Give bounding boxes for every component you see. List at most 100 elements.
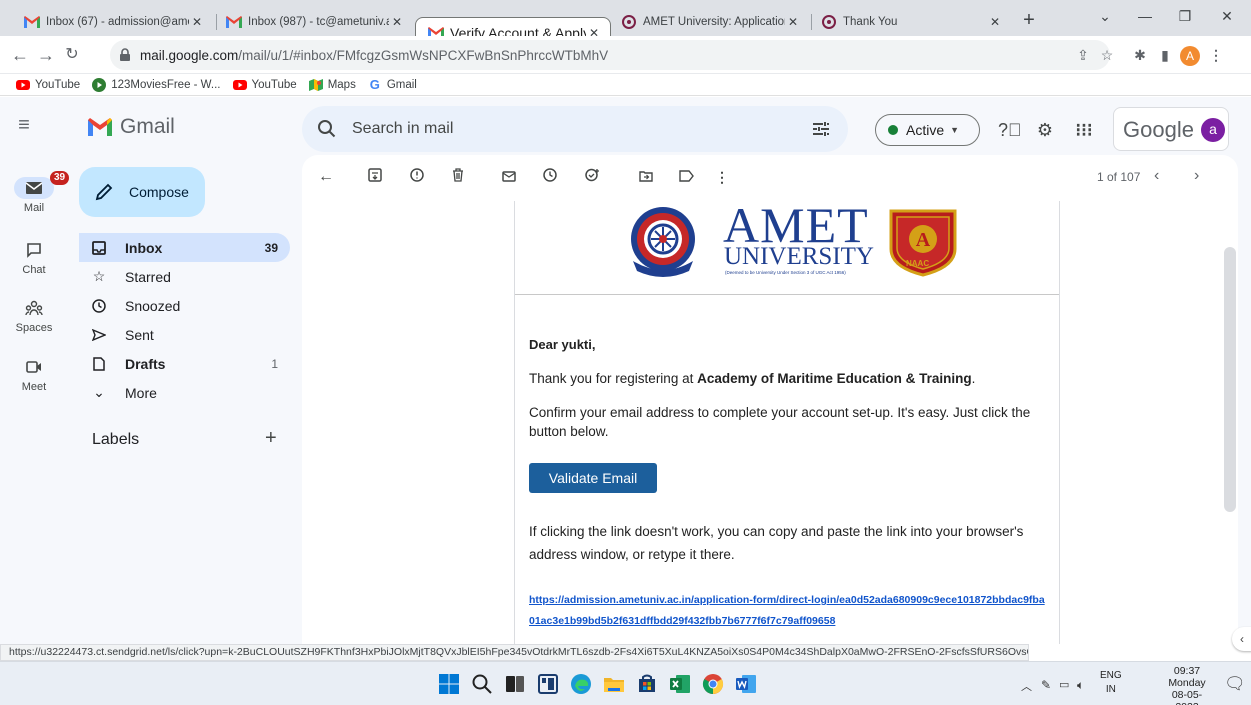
move-to-icon[interactable] xyxy=(636,167,656,187)
fallback-paragraph: If clicking the link doesn't work, you c… xyxy=(529,524,1024,562)
labels-heading: Labels xyxy=(92,431,140,448)
reload-icon[interactable]: ↻ xyxy=(60,43,84,67)
chat-icon xyxy=(0,239,68,261)
bookmark-123movies[interactable]: 123MoviesFree - W... xyxy=(92,77,221,92)
google-label: Google xyxy=(1123,117,1194,142)
google-account-button[interactable]: Google a xyxy=(1113,107,1229,151)
nav-inbox[interactable]: Inbox 39 xyxy=(79,233,290,262)
menu-icon[interactable]: ⋮ xyxy=(1205,44,1227,66)
search-options-icon[interactable] xyxy=(810,118,832,140)
close-icon[interactable]: ✕ xyxy=(189,15,205,29)
mark-unread-icon[interactable] xyxy=(499,167,519,187)
share-icon[interactable]: ⇪ xyxy=(1072,44,1094,66)
nav-drafts[interactable]: Drafts 1 xyxy=(79,349,290,378)
delete-icon[interactable] xyxy=(448,167,468,187)
rail-meet[interactable]: Meet xyxy=(0,356,68,393)
battery-icon[interactable]: ▭ xyxy=(1059,678,1069,691)
extensions-icon[interactable]: ✱ xyxy=(1129,44,1151,66)
close-icon[interactable]: ✕ xyxy=(785,15,801,29)
apps-grid-icon[interactable]: ⁝⁝⁝ xyxy=(1073,119,1095,141)
rail-mail[interactable]: 39 Mail xyxy=(0,171,70,214)
close-icon[interactable]: ✕ xyxy=(987,15,1003,29)
back-to-inbox-icon[interactable]: ← xyxy=(316,167,336,187)
label-icon[interactable] xyxy=(676,167,696,187)
tab-thank-you[interactable]: Thank You ✕ xyxy=(813,8,1011,36)
bookmark-youtube-2[interactable]: YouTube xyxy=(232,78,297,92)
bookmark-gmail[interactable]: G Gmail xyxy=(368,77,417,92)
pen-tray-icon[interactable]: ✎ xyxy=(1041,678,1051,692)
maps-icon xyxy=(308,78,323,92)
close-window-button[interactable]: ✕ xyxy=(1207,4,1247,28)
side-panel-icon[interactable]: ▮ xyxy=(1154,44,1176,66)
windows-taskbar: ︿ ✎ ▭ 🔈︎ ENG IN 09:37 Monday 08-05-2023 … xyxy=(0,661,1251,705)
naac-label: NAAC xyxy=(906,259,930,268)
tab-inbox-tc[interactable]: Inbox (987) - tc@ametuniv.ac ✕ xyxy=(218,8,413,36)
tab-amet-application[interactable]: AMET University: Application ✕ xyxy=(613,8,809,36)
search-icon[interactable] xyxy=(470,672,494,696)
minimize-button[interactable]: — xyxy=(1125,4,1165,28)
windows-start-icon[interactable] xyxy=(437,672,461,696)
address-bar[interactable]: mail.google.com/mail/u/1/#inbox/FMfcgzGs… xyxy=(110,40,1110,70)
greeting: Dear yukti, xyxy=(529,337,596,352)
show-hidden-icons-icon[interactable]: ︿ xyxy=(1021,678,1032,694)
tab-strip: Inbox (67) - admission@ame ✕ Inbox (987)… xyxy=(0,0,1251,49)
help-icon[interactable]: ?⃝ xyxy=(998,119,1022,141)
notifications-icon[interactable]: 🗨︎ xyxy=(1224,674,1246,694)
snooze-icon[interactable] xyxy=(540,167,560,187)
search-bar[interactable]: Search in mail xyxy=(302,106,848,152)
clock[interactable]: 09:37 Monday 08-05-2023 xyxy=(1163,665,1211,705)
forward-icon[interactable]: → xyxy=(34,43,58,67)
nav-more[interactable]: ⌄ More xyxy=(79,378,290,407)
profile-letter: A xyxy=(1180,46,1200,66)
edge-browser-icon[interactable] xyxy=(569,672,593,696)
profile-avatar[interactable]: A xyxy=(1179,44,1201,66)
search-icon[interactable] xyxy=(316,118,338,140)
close-icon[interactable]: ✕ xyxy=(389,15,405,29)
nav-sent[interactable]: Sent xyxy=(79,320,290,349)
nav-starred[interactable]: ☆ Starred xyxy=(79,262,290,291)
compose-button[interactable]: Compose xyxy=(79,167,205,217)
settings-gear-icon[interactable]: ⚙ xyxy=(1034,119,1056,141)
main-menu-icon[interactable]: ≡ xyxy=(12,113,36,137)
restore-button[interactable]: ❐ xyxy=(1165,4,1205,28)
back-icon[interactable]: ← xyxy=(8,43,32,67)
newer-chevron-icon[interactable]: ‹ xyxy=(1154,167,1159,185)
bookmark-youtube[interactable]: YouTube xyxy=(16,78,80,92)
report-spam-icon[interactable] xyxy=(407,167,427,187)
search-input[interactable]: Search in mail xyxy=(352,120,453,138)
older-chevron-icon[interactable]: › xyxy=(1194,167,1199,185)
rail-spaces[interactable]: Spaces xyxy=(0,297,68,334)
bookmark-star-icon[interactable]: ☆ xyxy=(1096,44,1118,66)
file-explorer-icon[interactable] xyxy=(602,672,626,696)
archive-icon[interactable] xyxy=(365,167,385,187)
widgets-icon[interactable] xyxy=(536,672,560,696)
amet-logo-tagline: (Deemed to be University Under Section 3… xyxy=(725,270,846,275)
bookmark-maps[interactable]: Maps xyxy=(308,78,356,92)
word-icon[interactable] xyxy=(734,672,758,696)
volume-icon[interactable]: 🔈︎ xyxy=(1077,678,1084,693)
add-label-icon[interactable]: + xyxy=(265,427,277,450)
validate-email-button[interactable]: Validate Email xyxy=(529,463,657,493)
tab-search-icon[interactable]: ⌄ xyxy=(1085,4,1125,28)
scrollbar-thumb[interactable] xyxy=(1224,247,1236,512)
language-indicator[interactable]: ENG IN xyxy=(1100,669,1122,697)
validation-link[interactable]: https://admission.ametuniv.ac.in/applica… xyxy=(529,590,1049,632)
status-dot xyxy=(888,125,898,135)
url-path: /mail/u/1/#inbox/FMfcgzGsmWsNPCXFwBnSnPh… xyxy=(238,47,609,63)
rail-chat[interactable]: Chat xyxy=(0,239,68,276)
show-side-panel-icon[interactable]: ‹ xyxy=(1232,627,1251,651)
add-task-icon[interactable] xyxy=(582,167,602,187)
nav-snoozed[interactable]: Snoozed xyxy=(79,291,290,320)
more-options-icon[interactable]: ⋮ xyxy=(712,167,732,187)
email-header-banner: AMET UNIVERSITY (Deemed to be University… xyxy=(515,200,1059,295)
task-view-icon[interactable] xyxy=(503,672,527,696)
status-dropdown[interactable]: Active ▼ xyxy=(875,114,980,146)
new-tab-button[interactable]: + xyxy=(1017,9,1041,33)
excel-icon[interactable] xyxy=(668,672,692,696)
gmail-logo[interactable]: Gmail xyxy=(88,115,175,139)
account-avatar[interactable]: a xyxy=(1201,118,1225,142)
youtube-icon xyxy=(232,78,247,92)
store-icon[interactable] xyxy=(635,672,659,696)
chrome-icon[interactable] xyxy=(701,672,725,696)
tab-inbox-admission[interactable]: Inbox (67) - admission@ame ✕ xyxy=(16,8,213,36)
